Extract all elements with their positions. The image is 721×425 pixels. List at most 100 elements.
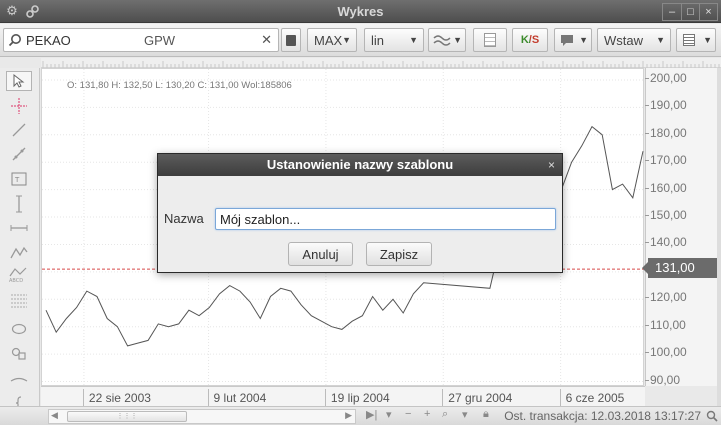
zoom-out-icon[interactable]: − bbox=[405, 408, 411, 420]
y-tick-label: 150,00 bbox=[645, 208, 687, 223]
crosshair-icon bbox=[11, 98, 27, 114]
shapes-tool[interactable] bbox=[6, 344, 32, 364]
cancel-button[interactable]: Anuluj bbox=[288, 242, 353, 266]
comment-icon bbox=[561, 34, 573, 46]
chevron-down-icon: ▼ bbox=[342, 35, 352, 45]
svg-text:ABCD: ABCD bbox=[9, 278, 23, 283]
scroll-right-icon[interactable]: ▶ bbox=[345, 410, 352, 421]
clear-search-icon[interactable]: ✕ bbox=[261, 32, 272, 48]
chart-type-button[interactable] bbox=[281, 28, 301, 52]
status-bar: ◀ ⋮⋮⋮ ▶ ▶| ▾ − + ⌕ ▾ 🔒︎ Ost. transakcja:… bbox=[0, 406, 721, 425]
minimize-icon[interactable]: – bbox=[663, 4, 681, 20]
scroll-thumb[interactable]: ⋮⋮⋮ bbox=[67, 411, 187, 422]
y-tick-label: 190,00 bbox=[645, 98, 687, 113]
abcd-pattern-icon: ABCD bbox=[9, 267, 27, 283]
insert-dropdown[interactable]: Wstaw ▼ bbox=[597, 28, 671, 52]
shapes-icon bbox=[11, 347, 26, 360]
dialog-close-button[interactable]: × bbox=[548, 154, 555, 176]
crosshair-tool[interactable] bbox=[6, 96, 32, 116]
maximize-icon[interactable]: □ bbox=[681, 4, 699, 20]
ray-icon bbox=[12, 147, 26, 161]
last-transaction: Ost. transakcja: 12.03.2018 13:17:27 bbox=[504, 409, 701, 423]
scale-dropdown[interactable]: lin ▼ bbox=[364, 28, 424, 52]
x-axis[interactable]: 22 sie 2003 9 lut 2004 19 lip 2004 27 gru 2… bbox=[41, 386, 645, 407]
dialog-title: Ustanowienie nazwy szablonu bbox=[266, 157, 454, 172]
y-tick-label: 180,00 bbox=[645, 125, 687, 140]
title-bar: ⚙ Wykres – □ × bbox=[0, 0, 721, 23]
y-tick-label: 170,00 bbox=[645, 153, 687, 168]
ellipse-tool[interactable] bbox=[6, 319, 32, 339]
x-tick-label: 9 lut 2004 bbox=[207, 389, 266, 407]
close-icon[interactable]: × bbox=[699, 4, 717, 20]
toolbar: PEKAO GPW ✕ MAX ▼ lin ▼ ▼ K/S ▼ Wstaw ▼ … bbox=[0, 24, 721, 57]
chevron-down-icon[interactable]: ▾ bbox=[462, 408, 468, 421]
range-value: MAX bbox=[314, 32, 343, 48]
cursor-tool[interactable] bbox=[6, 71, 32, 91]
y-tick-label: 120,00 bbox=[645, 290, 687, 305]
chevron-down-icon: ▼ bbox=[409, 35, 418, 45]
window-buttons: – □ × bbox=[662, 3, 718, 21]
wave-icon bbox=[433, 35, 451, 46]
horizontal-scrollbar[interactable]: ◀ ⋮⋮⋮ ▶ bbox=[48, 409, 356, 424]
magnifier-icon[interactable]: ⌕ bbox=[442, 408, 448, 421]
save-button[interactable]: Zapisz bbox=[366, 242, 432, 266]
scroll-left-icon[interactable]: ◀ bbox=[51, 410, 58, 421]
zoom-in-icon[interactable]: + bbox=[424, 408, 430, 420]
search-box[interactable]: PEKAO GPW ✕ bbox=[3, 28, 279, 52]
wave-tool[interactable] bbox=[6, 243, 32, 263]
name-label: Nazwa bbox=[164, 211, 204, 226]
menu-dropdown[interactable]: ▼ bbox=[676, 28, 716, 52]
chevron-down-icon[interactable]: ▾ bbox=[386, 408, 392, 421]
data-table-button[interactable] bbox=[473, 28, 507, 52]
text-box-tool[interactable]: T bbox=[6, 169, 32, 189]
comment-dropdown[interactable]: ▼ bbox=[554, 28, 592, 52]
chevron-down-icon: ▼ bbox=[453, 35, 462, 45]
arc-icon bbox=[10, 377, 28, 382]
horizontal-line-tool[interactable] bbox=[6, 218, 32, 238]
horizontal-line-icon bbox=[10, 225, 28, 231]
y-axis[interactable]: 200,00 190,00 180,00 170,00 160,00 150,00 140,… bbox=[644, 68, 718, 387]
ks-label: K/S bbox=[520, 34, 540, 46]
y-tick-label: 100,00 bbox=[645, 345, 687, 360]
template-name-input[interactable] bbox=[215, 208, 556, 230]
trendline-icon bbox=[12, 123, 26, 137]
square-icon bbox=[286, 34, 296, 46]
x-tick-label: 27 gru 2004 bbox=[442, 389, 512, 407]
ellipse-icon bbox=[11, 323, 27, 335]
fibonacci-icon bbox=[11, 294, 27, 308]
abcd-pattern-tool[interactable]: ABCD bbox=[6, 265, 32, 285]
window-title: Wykres bbox=[337, 4, 384, 19]
svg-text:T: T bbox=[14, 176, 20, 184]
trendline-tool[interactable] bbox=[6, 120, 32, 140]
chevron-down-icon: ▼ bbox=[656, 35, 665, 45]
lock-icon: 🔒︎ bbox=[483, 408, 489, 420]
drawing-toolbar: T ABCD bbox=[0, 68, 40, 410]
list-icon bbox=[683, 34, 695, 46]
arrow-cursor-icon bbox=[13, 74, 25, 88]
y-tick-label: 90,00 bbox=[644, 372, 681, 387]
vertical-line-tool[interactable] bbox=[6, 194, 32, 214]
ray-tool[interactable] bbox=[6, 144, 32, 164]
table-icon bbox=[484, 33, 496, 47]
search-icon bbox=[8, 34, 21, 47]
fibonacci-tool[interactable] bbox=[6, 291, 32, 311]
insert-label: Wstaw bbox=[604, 32, 643, 48]
vertical-line-icon bbox=[16, 195, 22, 213]
y-tick-label: 160,00 bbox=[645, 180, 687, 195]
template-name-dialog: Ustanowienie nazwy szablonu × Nazwa Anul… bbox=[157, 153, 563, 273]
top-ruler bbox=[41, 58, 721, 68]
indicator-ks-button[interactable]: K/S bbox=[512, 28, 548, 52]
chevron-down-icon: ▼ bbox=[703, 35, 712, 45]
skip-end-icon[interactable]: ▶| bbox=[366, 408, 377, 421]
search-input[interactable]: PEKAO bbox=[26, 33, 71, 48]
resize-corner-icon[interactable] bbox=[706, 410, 718, 422]
y-tick-label: 200,00 bbox=[645, 70, 687, 85]
text-box-icon: T bbox=[11, 172, 27, 186]
x-tick-label: 6 cze 2005 bbox=[559, 389, 624, 407]
range-dropdown[interactable]: MAX ▼ bbox=[307, 28, 357, 52]
drawing-style-dropdown[interactable]: ▼ bbox=[428, 28, 466, 52]
chevron-down-icon: ▼ bbox=[579, 35, 588, 45]
zigzag-icon bbox=[10, 246, 28, 259]
x-tick-label: 19 lip 2004 bbox=[324, 389, 390, 407]
arc-tool[interactable] bbox=[6, 369, 32, 389]
